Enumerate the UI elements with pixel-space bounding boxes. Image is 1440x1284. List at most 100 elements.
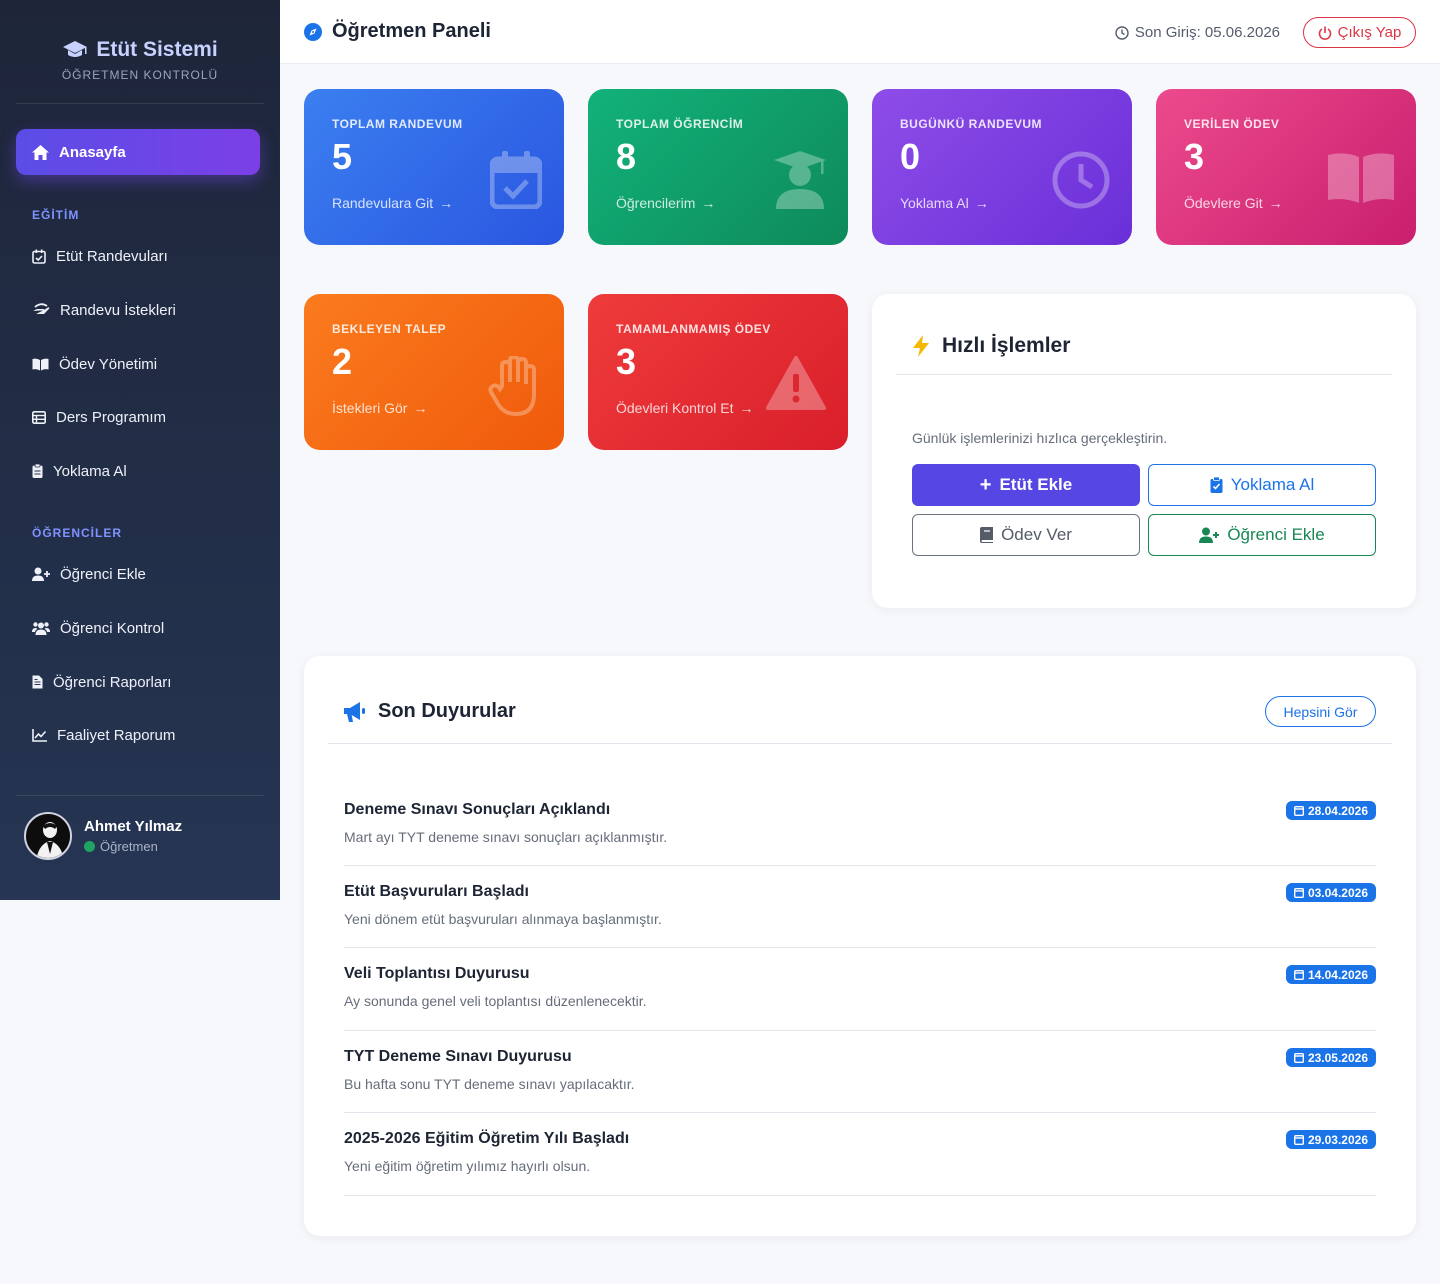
last-login-text: Son Giriş: 05.06.2026 xyxy=(1134,24,1280,41)
calendar-icon xyxy=(1293,970,1304,980)
date-label: 23.05.2026 xyxy=(1307,1050,1368,1065)
arrow-right-icon: → xyxy=(974,195,989,211)
sidebar-item-homework-management[interactable]: Ödev Yönetimi xyxy=(32,352,157,376)
stat-card-assigned-homework[interactable]: VERİLEN ÖDEV 3 Ödevlere Git → xyxy=(1156,89,1416,245)
logout-label: Çıkış Yap xyxy=(1337,24,1402,41)
stat-card-today-appointments[interactable]: BUGÜNKÜ RANDEVUM 0 Yoklama Al → xyxy=(872,89,1132,245)
stat-link-label: Yoklama Al xyxy=(900,195,969,211)
user-role: Öğretmen xyxy=(84,839,182,854)
book-open-icon xyxy=(32,358,49,370)
sidebar-item-home[interactable]: Anasayfa xyxy=(16,129,260,175)
clock-icon xyxy=(1052,151,1110,209)
plus-icon: + xyxy=(979,473,992,496)
quick-actions-panel: Hızlı İşlemler Günlük işlemlerinizi hızl… xyxy=(872,294,1416,608)
user-name: Ahmet Yılmaz xyxy=(84,818,183,835)
arrow-right-icon: → xyxy=(413,400,428,416)
sidebar-item-label: Etüt Randevuları xyxy=(56,247,168,265)
hand-holding-icon xyxy=(33,303,50,316)
online-status-icon xyxy=(84,841,95,852)
file-lines-icon xyxy=(32,675,43,689)
user-profile[interactable]: Ahmet Yılmaz Öğretmen xyxy=(16,795,264,860)
quick-actions-header: Hızlı İşlemler xyxy=(912,334,1070,358)
sidebar-item-label: Yoklama Al xyxy=(53,462,127,480)
list-item[interactable]: Veli Toplantısı Duyurusu Ay sonunda gene… xyxy=(344,965,1376,1031)
topbar: Öğretmen Paneli Son Giriş: 05.06.2026 Çı… xyxy=(280,0,1440,64)
home-icon xyxy=(32,144,49,160)
bullhorn-icon xyxy=(344,701,365,722)
sidebar-item-schedule[interactable]: Ders Programım xyxy=(32,405,166,429)
sidebar-item-student-reports[interactable]: Öğrenci Raporları xyxy=(32,670,171,694)
announcement-text: Bu hafta sonu TYT deneme sınavı yapılaca… xyxy=(344,1076,635,1092)
announcement-title: Etüt Başvuruları Başladı xyxy=(344,883,529,900)
clock-icon xyxy=(1115,25,1129,40)
logout-button[interactable]: Çıkış Yap xyxy=(1303,17,1416,48)
sidebar-item-label: Randevu İstekleri xyxy=(60,301,176,319)
clipboard-icon xyxy=(32,464,43,478)
stat-link-label: Ödevlere Git xyxy=(1184,195,1263,211)
announcement-title: TYT Deneme Sınavı Duyurusu xyxy=(344,1048,572,1065)
chart-line-icon xyxy=(32,728,47,742)
hand-icon xyxy=(488,356,536,416)
bolt-icon xyxy=(913,335,929,357)
sidebar-item-label: Anasayfa xyxy=(59,143,126,161)
book-open-icon xyxy=(1328,153,1394,203)
stat-label: VERİLEN ÖDEV xyxy=(1184,117,1280,131)
date-label: 28.04.2026 xyxy=(1307,803,1368,818)
stat-label: TOPLAM ÖĞRENCİM xyxy=(616,117,744,131)
date-badge: 23.05.2026 xyxy=(1285,1048,1376,1067)
divider xyxy=(896,374,1392,375)
table-list-icon xyxy=(32,410,46,424)
announcement-title: Deneme Sınavı Sonuçları Açıklandı xyxy=(344,801,611,818)
power-icon xyxy=(1318,26,1331,40)
add-student-label: Öğrenci Ekle xyxy=(1227,525,1325,544)
announcements-header: Son Duyurular xyxy=(344,700,516,723)
arrow-right-icon: → xyxy=(739,400,754,416)
brand-title[interactable]: Etüt Sistemi xyxy=(16,38,264,62)
stat-link-label: İstekleri Gör xyxy=(332,400,408,416)
user-graduate-icon xyxy=(774,151,826,209)
calendar-icon xyxy=(1293,888,1304,898)
date-badge: 14.04.2026 xyxy=(1285,965,1376,984)
attendance-label: Yoklama Al xyxy=(1230,475,1315,494)
page-title: Öğretmen Paneli xyxy=(304,20,491,43)
list-item[interactable]: Deneme Sınavı Sonuçları Açıklandı Mart a… xyxy=(344,801,1376,866)
assign-homework-label: Ödev Ver xyxy=(1001,525,1072,544)
attendance-button[interactable]: Yoklama Al xyxy=(1148,464,1376,506)
stat-card-total-students[interactable]: TOPLAM ÖĞRENCİM 8 Öğrencilerim → xyxy=(588,89,848,245)
stat-link-label: Ödevleri Kontrol Et xyxy=(616,400,734,416)
list-item[interactable]: TYT Deneme Sınavı Duyurusu Bu hafta sonu… xyxy=(344,1048,1376,1113)
sidebar-item-student-control[interactable]: Öğrenci Kontrol xyxy=(32,616,164,640)
calendar-icon xyxy=(1293,806,1304,816)
assign-homework-button[interactable]: Ödev Ver xyxy=(912,514,1140,556)
brand-subtitle: ÖĞRETMEN KONTROLÜ xyxy=(61,68,219,82)
user-plus-icon xyxy=(1199,527,1220,543)
sidebar-item-add-student[interactable]: Öğrenci Ekle xyxy=(32,562,146,586)
divider xyxy=(328,743,1392,744)
date-label: 14.04.2026 xyxy=(1307,967,1368,982)
calendar-check-icon xyxy=(32,249,46,264)
page-title-text: Öğretmen Paneli xyxy=(332,20,491,42)
sidebar-item-appointment-requests[interactable]: Randevu İstekleri xyxy=(32,298,176,322)
sidebar-item-activity-report[interactable]: Faaliyet Raporum xyxy=(32,723,175,747)
add-study-label: Etüt Ekle xyxy=(999,475,1073,494)
add-student-button[interactable]: Öğrenci Ekle xyxy=(1148,514,1376,556)
calendar-icon xyxy=(1293,1053,1304,1063)
announcements-title: Son Duyurular xyxy=(378,700,516,722)
graduation-cap-icon xyxy=(63,41,88,57)
book-icon xyxy=(980,527,994,543)
stat-card-incomplete-homework[interactable]: TAMAMLANMAMIŞ ÖDEV 3 Ödevleri Kontrol Et… xyxy=(588,294,848,450)
stat-card-total-appointments[interactable]: TOPLAM RANDEVUM 5 Randevulara Git → xyxy=(304,89,564,245)
sidebar-item-label: Öğrenci Kontrol xyxy=(60,619,165,637)
brand-name: Etüt Sistemi xyxy=(96,38,218,61)
add-study-button[interactable]: + Etüt Ekle xyxy=(912,464,1140,506)
stat-card-pending-requests[interactable]: BEKLEYEN TALEP 2 İstekleri Gör → xyxy=(304,294,564,450)
sidebar-item-study-appointments[interactable]: Etüt Randevuları xyxy=(32,244,168,268)
date-badge: 29.03.2026 xyxy=(1285,1130,1376,1149)
list-item[interactable]: Etüt Başvuruları Başladı Yeni dönem etüt… xyxy=(344,883,1376,948)
announcement-title: 2025-2026 Eğitim Öğretim Yılı Başladı xyxy=(344,1130,630,1147)
list-item[interactable]: 2025-2026 Eğitim Öğretim Yılı Başladı Ye… xyxy=(344,1130,1376,1196)
announcements-panel: Son Duyurular Hepsini Gör Deneme Sınavı … xyxy=(304,656,1416,1236)
sidebar-item-attendance[interactable]: Yoklama Al xyxy=(32,459,127,483)
announcement-text: Yeni dönem etüt başvuruları alınmaya baş… xyxy=(344,911,662,927)
see-all-button[interactable]: Hepsini Gör xyxy=(1265,696,1376,727)
